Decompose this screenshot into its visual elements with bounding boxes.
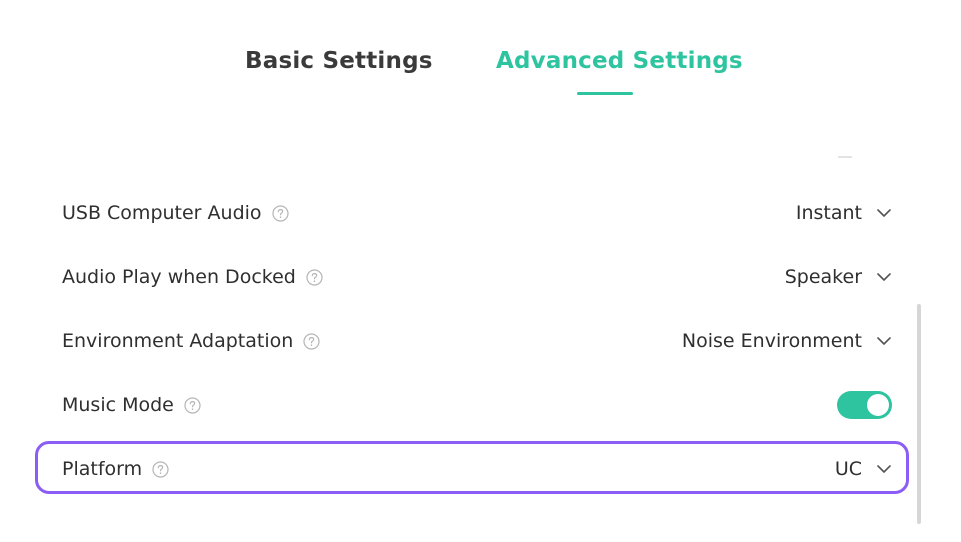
setting-label: Music Mode [62, 394, 201, 416]
active-tab-indicator [577, 92, 633, 95]
dropdown-value: Speaker [784, 266, 862, 288]
help-icon[interactable] [271, 204, 289, 222]
advanced-settings-list: USB Computer Audio Instant Audio Play wh… [62, 182, 892, 502]
setting-label: Audio Play when Docked [62, 266, 323, 288]
platform-dropdown[interactable]: UC [835, 458, 892, 480]
dropdown-value: Noise Environment [681, 330, 862, 352]
chevron-down-icon [876, 333, 892, 349]
dropdown-value: UC [834, 458, 862, 480]
environment-adaptation-dropdown[interactable]: Noise Environment [682, 330, 892, 352]
setting-label-text: Environment Adaptation [62, 330, 294, 352]
chevron-down-icon [876, 205, 892, 221]
setting-row-music-mode: Music Mode [62, 374, 892, 438]
audio-play-when-docked-dropdown[interactable]: Speaker [785, 266, 892, 288]
music-mode-toggle[interactable] [837, 391, 892, 419]
help-icon[interactable] [152, 460, 169, 478]
usb-computer-audio-dropdown[interactable]: Instant [796, 202, 892, 224]
setting-label-text: USB Computer Audio [62, 202, 262, 224]
divider [838, 156, 852, 158]
tab-advanced-settings[interactable]: Advanced Settings [496, 48, 743, 74]
help-icon[interactable] [306, 268, 323, 286]
setting-row-environment-adaptation: Environment Adaptation Noise Environment [62, 310, 892, 374]
toggle-knob [867, 394, 889, 416]
help-icon[interactable] [184, 396, 201, 414]
setting-row-usb-computer-audio: USB Computer Audio Instant [62, 182, 892, 246]
setting-label-text: Platform [62, 458, 143, 480]
chevron-down-icon [876, 461, 892, 477]
setting-label: Environment Adaptation [62, 330, 320, 352]
setting-row-audio-play-when-docked: Audio Play when Docked Speaker [62, 246, 892, 310]
chevron-down-icon [876, 269, 892, 285]
setting-label-text: Audio Play when Docked [62, 266, 296, 288]
setting-label: USB Computer Audio [62, 202, 289, 224]
dropdown-value: Instant [795, 202, 862, 224]
tab-basic-settings[interactable]: Basic Settings [245, 48, 433, 74]
setting-label-text: Music Mode [62, 394, 174, 416]
scrollbar[interactable] [917, 304, 921, 524]
help-icon[interactable] [303, 332, 320, 350]
setting-row-platform: Platform UC [62, 438, 892, 502]
settings-tabs: Basic Settings Advanced Settings [0, 0, 961, 130]
setting-label: Platform [62, 458, 169, 480]
